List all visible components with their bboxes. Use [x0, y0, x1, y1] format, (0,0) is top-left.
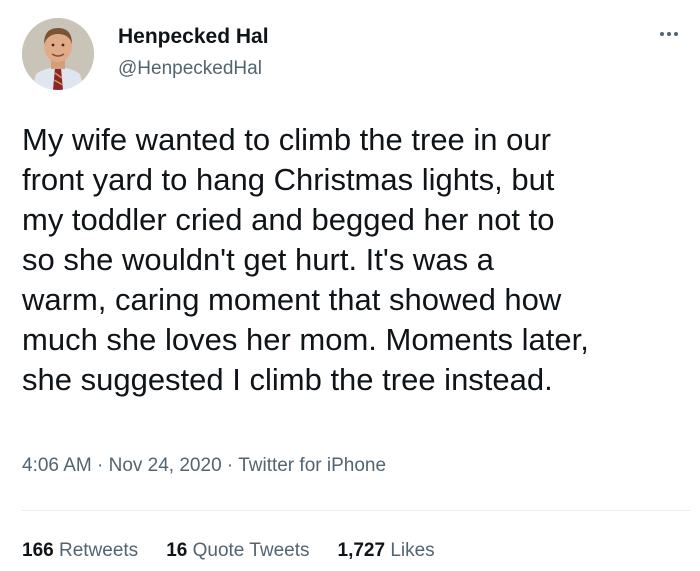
quote-tweets-label: Quote Tweets: [192, 540, 310, 561]
tweet-metadata: 4:06 AM · Nov 24, 2020 · Twitter for iPh…: [22, 455, 386, 477]
divider: [22, 510, 690, 511]
more-dot: [660, 32, 664, 36]
likes-label: Likes: [390, 540, 435, 561]
more-dot: [667, 32, 671, 36]
engagement-stats: 166 Retweets 16 Quote Tweets 1,727 Likes: [22, 540, 435, 562]
retweets-stat[interactable]: 166 Retweets: [22, 540, 138, 562]
tweet-card: Henpecked Hal @HenpeckedHal My wife want…: [0, 0, 700, 571]
tweet-time[interactable]: 4:06 AM: [22, 455, 92, 476]
likes-stat[interactable]: 1,727 Likes: [338, 540, 435, 562]
more-dot: [674, 32, 678, 36]
tweet-date[interactable]: Nov 24, 2020: [109, 455, 222, 476]
quote-tweets-stat[interactable]: 16 Quote Tweets: [166, 540, 309, 562]
quote-tweets-count: 16: [166, 540, 188, 561]
retweets-count: 166: [22, 540, 54, 561]
avatar-image: [22, 18, 94, 90]
likes-count: 1,727: [337, 540, 386, 561]
author-name[interactable]: Henpecked Hal: [118, 25, 269, 49]
avatar[interactable]: [22, 18, 94, 90]
meta-separator: ·: [226, 455, 234, 476]
tweet-text: My wife wanted to climb the tree in our …: [22, 122, 589, 397]
more-icon[interactable]: [652, 22, 686, 46]
meta-separator: ·: [97, 455, 104, 476]
tweet-source[interactable]: Twitter for iPhone: [238, 455, 386, 476]
retweets-label: Retweets: [58, 540, 139, 561]
author-handle[interactable]: @HenpeckedHal: [118, 58, 262, 80]
